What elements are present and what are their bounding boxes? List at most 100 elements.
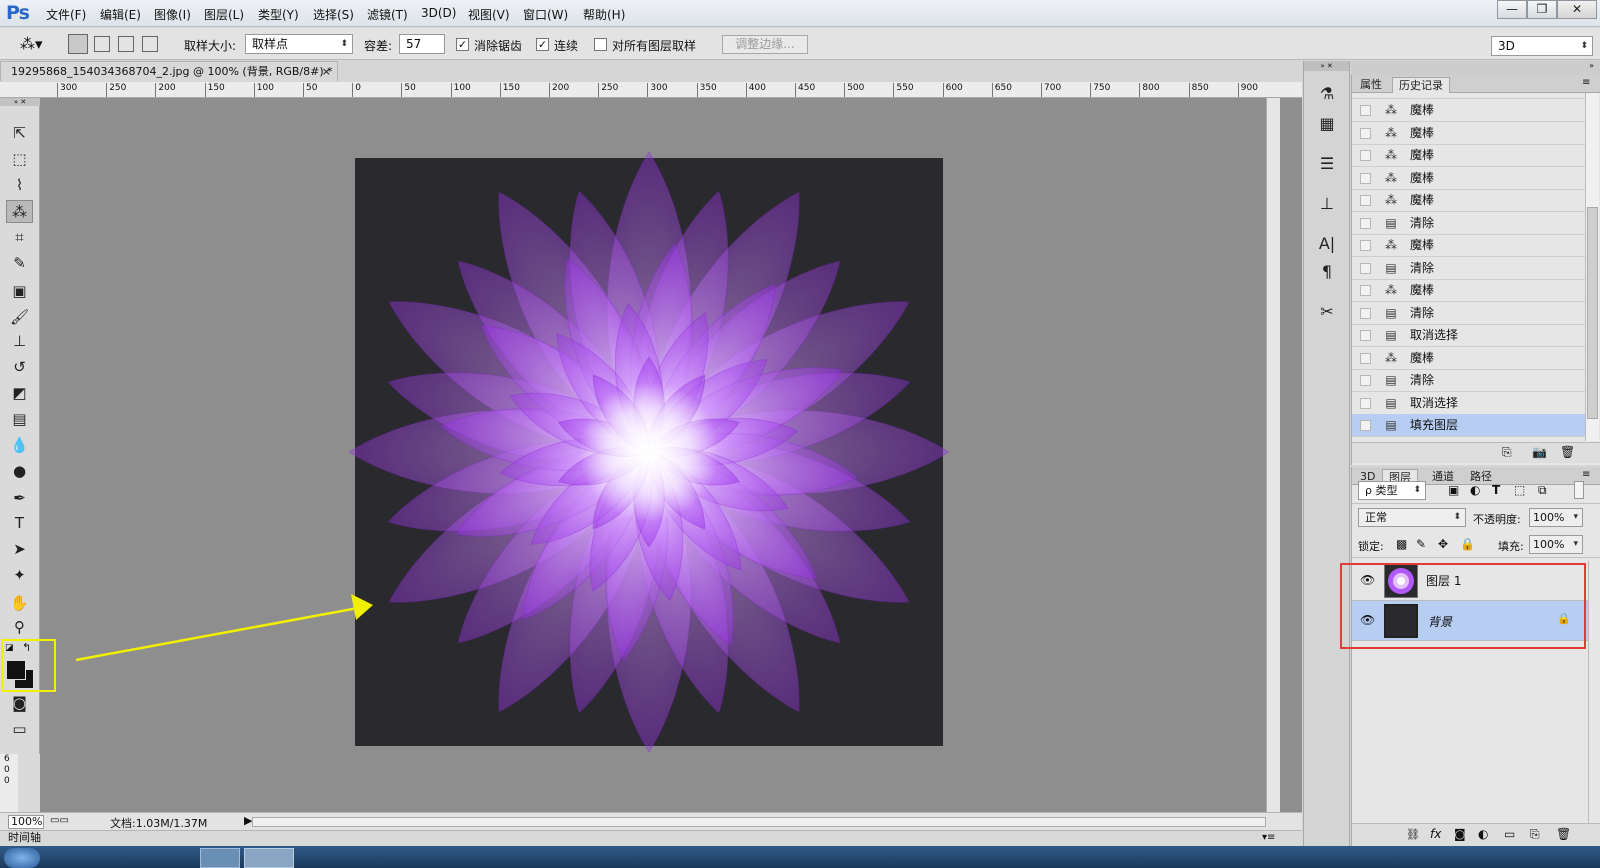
refine-edge-button[interactable]: 调整边缘...	[722, 35, 808, 54]
lock-image-icon[interactable]: ✎	[1416, 537, 1426, 551]
dock-grip[interactable]: » ✕	[1304, 61, 1349, 71]
zoom-field[interactable]: 100%	[8, 815, 44, 829]
menu-item-3[interactable]: 图层(L)	[204, 6, 244, 23]
history-item[interactable]: ▤ 取消选择	[1352, 392, 1585, 415]
menu-item-10[interactable]: 帮助(H)	[583, 6, 625, 23]
tolerance-input[interactable]: 57	[399, 34, 445, 54]
tab-properties[interactable]: 属性	[1354, 77, 1388, 93]
history-snapshot-checkbox[interactable]	[1360, 375, 1371, 386]
brush-presets-icon[interactable]: ✂	[1314, 300, 1340, 324]
history-scrollbar[interactable]	[1585, 93, 1599, 441]
clone-source-icon[interactable]: ⊥	[1314, 192, 1340, 216]
character-icon[interactable]: A|	[1314, 232, 1340, 256]
hand-tool-icon[interactable]: ✋	[6, 592, 33, 615]
layers-scrollbar[interactable]	[1588, 561, 1600, 823]
eyedropper-tool-icon[interactable]: ✎	[6, 252, 33, 275]
lock-all-icon[interactable]: 🔒	[1460, 537, 1475, 551]
history-brush-tool-icon[interactable]: ↺	[6, 356, 33, 379]
menu-item-6[interactable]: 滤镜(T)	[367, 6, 408, 23]
taskbar-app[interactable]	[244, 848, 294, 868]
new-layer-icon[interactable]: ⎘	[1530, 827, 1540, 842]
lock-position-icon[interactable]: ✥	[1438, 537, 1448, 551]
toolbar-grip[interactable]: » ✕	[0, 98, 40, 106]
shape-filter-icon[interactable]: ⬚	[1514, 483, 1525, 497]
history-item[interactable]: ⁂ 魔棒	[1352, 99, 1585, 122]
clone-stamp-tool-icon[interactable]: ⊥	[6, 330, 33, 353]
canvas-workspace[interactable]	[40, 98, 1302, 812]
contiguous-checkbox[interactable]: ✓	[536, 38, 549, 51]
fill-input[interactable]: 100% ▾	[1529, 535, 1583, 554]
paragraph-icon[interactable]: ¶	[1314, 260, 1340, 284]
trash-icon[interactable]: 🗑	[1556, 827, 1571, 841]
opacity-input[interactable]: 100% ▾	[1529, 508, 1583, 527]
lasso-tool-icon[interactable]: ⌇	[6, 174, 33, 197]
intersect-selection-icon[interactable]	[142, 36, 158, 52]
history-snapshot-checkbox[interactable]	[1360, 262, 1371, 274]
history-snapshot-checkbox[interactable]	[1360, 195, 1371, 206]
history-item[interactable]: ⁂ 魔棒	[1352, 234, 1585, 257]
screen-mode-icon[interactable]: ▭	[6, 718, 33, 741]
history-item[interactable]: ⁂ 魔棒	[1352, 279, 1585, 302]
quick-mask-icon[interactable]: ◙	[6, 692, 33, 715]
menu-item-9[interactable]: 窗口(W)	[523, 6, 568, 23]
history-item[interactable]: ⁂ 魔棒	[1352, 167, 1585, 190]
menu-item-8[interactable]: 视图(V)	[468, 6, 510, 23]
adjustment-filter-icon[interactable]: ◐	[1470, 483, 1480, 497]
type-filter-icon[interactable]: T	[1492, 483, 1500, 497]
subtract-selection-icon[interactable]	[118, 36, 134, 52]
type-tool-icon[interactable]: T	[6, 512, 33, 535]
history-snapshot-checkbox[interactable]	[1360, 150, 1371, 161]
blur-tool-icon[interactable]: 💧	[6, 434, 33, 457]
pixel-filter-icon[interactable]: ▣	[1448, 483, 1459, 497]
crop-tool-icon[interactable]: ⌗	[6, 226, 33, 249]
panel-menu-icon[interactable]: ≡	[1582, 469, 1590, 480]
history-snapshot-checkbox[interactable]	[1360, 397, 1371, 409]
add-mask-icon[interactable]: ◙	[1454, 827, 1466, 841]
menu-item-4[interactable]: 类型(Y)	[258, 6, 299, 23]
blend-mode-select[interactable]: 正常 ⬍	[1358, 508, 1466, 527]
history-snapshot-checkbox[interactable]	[1360, 172, 1371, 184]
path-selection-tool-icon[interactable]: ➤	[6, 538, 33, 561]
history-item[interactable]: ⁂ 魔棒	[1352, 144, 1585, 167]
history-snapshot-checkbox[interactable]	[1360, 127, 1371, 139]
history-snapshot-checkbox[interactable]	[1360, 307, 1371, 319]
menu-item-1[interactable]: 编辑(E)	[100, 6, 141, 23]
new-selection-icon[interactable]	[68, 34, 88, 54]
fx-icon[interactable]: fx	[1430, 827, 1441, 841]
taskbar-app[interactable]	[200, 848, 240, 868]
new-snapshot-icon[interactable]: 📷	[1532, 445, 1547, 459]
filter-toggle[interactable]	[1574, 481, 1584, 499]
history-item[interactable]: ⁂ 魔棒	[1352, 122, 1585, 145]
history-item[interactable]: ⁂ 魔棒	[1352, 347, 1585, 370]
horizontal-scrollbar[interactable]	[252, 817, 1266, 827]
magic-wand-tool-preset-icon[interactable]: ⁂▾	[20, 34, 58, 54]
sample-size-select[interactable]: 取样点 ⬍	[245, 34, 353, 54]
history-snapshot-checkbox[interactable]	[1360, 420, 1371, 431]
healing-brush-tool-icon[interactable]: ▣	[6, 280, 33, 303]
gradient-tool-icon[interactable]: ▤	[6, 408, 33, 431]
smart-object-filter-icon[interactable]: ⧉	[1538, 483, 1547, 498]
restore-button[interactable]: ❐	[1527, 0, 1557, 19]
history-snapshot-checkbox[interactable]	[1360, 105, 1371, 116]
antialias-checkbox[interactable]: ✓	[456, 38, 469, 51]
magic-wand-tool-icon[interactable]: ⁂	[6, 200, 33, 223]
history-item[interactable]: ▤ 填充图层	[1352, 414, 1585, 437]
history-snapshot-checkbox[interactable]	[1360, 285, 1371, 296]
close-tab-icon[interactable]: ×	[322, 62, 331, 81]
minimize-button[interactable]: —	[1497, 0, 1527, 19]
move-tool-icon[interactable]: ⇱	[6, 122, 33, 145]
link-layers-icon[interactable]: ⛓	[1406, 828, 1420, 841]
new-group-icon[interactable]: ▭	[1504, 827, 1515, 841]
pen-tool-icon[interactable]: ✒	[6, 487, 33, 510]
swatches-icon[interactable]: ▦	[1314, 112, 1340, 136]
menu-item-0[interactable]: 文件(F)	[46, 6, 86, 23]
history-item[interactable]: ⁂ 魔棒	[1352, 189, 1585, 212]
tool-presets-icon[interactable]: ⚗	[1314, 82, 1340, 106]
marquee-tool-icon[interactable]: ⬚	[6, 148, 33, 171]
adjustment-layer-icon[interactable]: ◐	[1478, 827, 1488, 841]
history-item[interactable]: ▤ 清除	[1352, 369, 1585, 392]
panel-menu-icon[interactable]: ≡	[1582, 77, 1590, 88]
layer-filter-select[interactable]: ρ 类型 ⬍	[1358, 481, 1426, 500]
close-window-button[interactable]: ✕	[1557, 0, 1597, 19]
timeline-label[interactable]: 时间轴	[8, 831, 41, 844]
